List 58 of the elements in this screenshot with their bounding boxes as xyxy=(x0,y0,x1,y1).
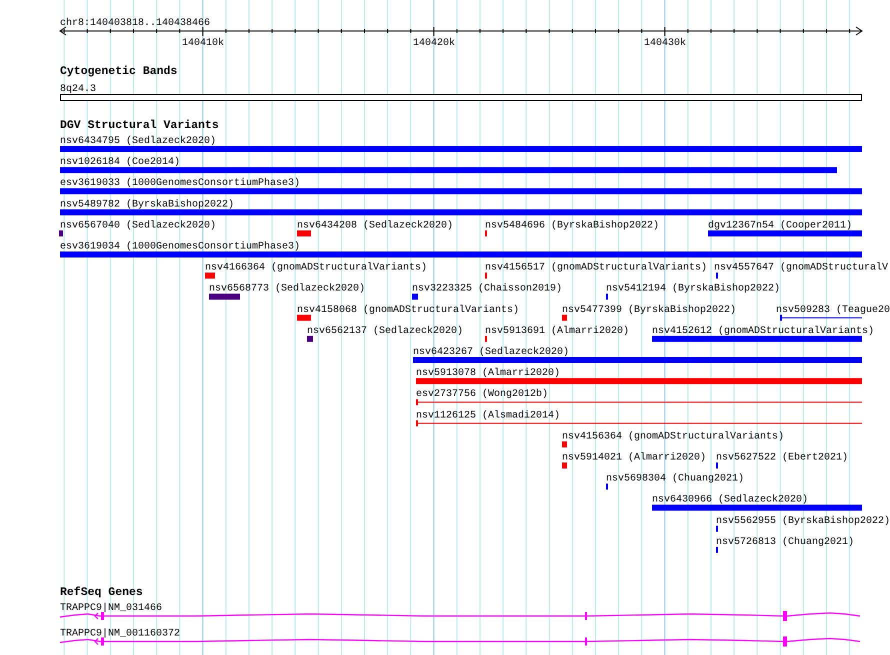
tick-label: 140410k xyxy=(182,38,224,49)
variant-bar[interactable] xyxy=(60,167,837,174)
variant-label: nsv4156517 (gnomADStructuralVariants) xyxy=(485,262,708,274)
variant-label: nsv4156364 (gnomADStructuralVariants) xyxy=(562,431,784,442)
variant-label: nsv5412194 (ByrskaBishop2022) xyxy=(606,284,780,295)
variant-label: nsv5489782 (ByrskaBishop2022) xyxy=(60,199,234,210)
variant-label: esv2737756 (Wong2012b) xyxy=(416,389,548,400)
locus-label: chr8:140403818..140438466 xyxy=(60,18,210,29)
gene-model-drawing[interactable] xyxy=(60,636,860,646)
variant-label: nsv5726813 (Chuang2021) xyxy=(716,536,854,548)
variant-bar[interactable] xyxy=(60,209,862,216)
gene-label: TRAPPC9|NM_031466 xyxy=(60,603,162,614)
variant-bar[interactable] xyxy=(708,230,862,236)
variant-label: nsv5627522 (Ebert2021) xyxy=(716,452,848,464)
variant-label: nsv6434795 (Sedlazeck2020) xyxy=(60,136,216,147)
variant-label: esv3619034 (1000GenomesConsortiumPhase3) xyxy=(60,242,300,252)
variant-label: nsv4557647 (gnomADStructuralV xyxy=(714,262,888,274)
cytoband-bar[interactable] xyxy=(60,94,862,101)
variant-label: nsv5914021 (Almarri2020) xyxy=(562,452,706,464)
variant-label: dgv12367n54 (Cooper2011) xyxy=(708,220,852,232)
track-title: DGV Structural Variants xyxy=(60,119,219,132)
variant-bar[interactable] xyxy=(209,294,240,300)
variant-label: nsv6423267 (Sedlazeck2020) xyxy=(413,347,570,358)
track-title: RefSeq Genes xyxy=(60,586,143,599)
variant-line[interactable] xyxy=(416,420,862,426)
variant-bar[interactable] xyxy=(652,504,862,511)
variant-label: nsv5562955 (ByrskaBishop2022) xyxy=(716,516,890,527)
variant-label: nsv4152612 (gnomADStructuralVariants) xyxy=(652,326,874,337)
variant-label: nsv3223325 (Chaisson2019) xyxy=(412,284,562,295)
band-label: 8q24.3 xyxy=(60,84,96,95)
variant-label: nsv5913078 (Almarri2020) xyxy=(416,368,560,380)
variant-bar[interactable] xyxy=(60,188,862,194)
variant-bar[interactable] xyxy=(59,230,63,236)
variant-label: nsv4158068 (gnomADStructuralVariants) xyxy=(297,304,520,316)
variant-label: nsv5484696 (ByrskaBishop2022) xyxy=(485,220,660,232)
variant-bar[interactable] xyxy=(652,336,862,342)
gene-label: TRAPPC9|NM_001160372 xyxy=(60,628,180,640)
variant-label: esv3619033 (1000GenomesConsortiumPhase3) xyxy=(60,178,300,190)
variant-bar[interactable] xyxy=(307,336,313,342)
variant-label: nsv6430966 (Sedlazeck2020) xyxy=(652,494,808,506)
variant-label: nsv4166364 (gnomADStructuralVariants) xyxy=(205,262,428,274)
variant-label: nsv509283 (Teague20 xyxy=(776,304,890,316)
variant-label: nsv6434208 (Sedlazeck2020) xyxy=(297,220,454,232)
variant-label: nsv6567040 (Sedlazeck2020) xyxy=(60,220,216,232)
tick-label: 140430k xyxy=(644,38,686,49)
variant-label: nsv1026184 (Coe2014) xyxy=(60,157,180,168)
variant-label: nsv6568773 (Sedlazeck2020) xyxy=(209,284,366,295)
variant-bar[interactable] xyxy=(412,294,418,300)
variant-label: nsv6562137 (Sedlazeck2020) xyxy=(307,326,464,337)
variant-label: nsv1126125 (Alsmadi2014) xyxy=(416,410,560,422)
tick-label: 140420k xyxy=(413,38,455,49)
variant-label: nsv5477399 (ByrskaBishop2022) xyxy=(562,304,736,316)
variant-label: nsv5913691 (Almarri2020) xyxy=(485,326,630,337)
variant-label: nsv5698304 (Chuang2021) xyxy=(606,474,744,485)
track-title: Cytogenetic Bands xyxy=(60,65,178,78)
gene-model-drawing[interactable] xyxy=(60,611,860,621)
variant-line[interactable] xyxy=(780,314,862,321)
variant-line[interactable] xyxy=(416,399,862,406)
